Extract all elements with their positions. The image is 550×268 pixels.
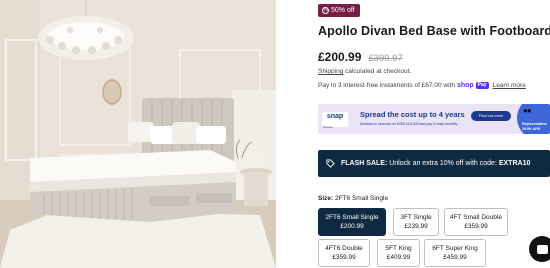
size-selected-value: 2FT6 Small Single	[334, 195, 389, 202]
shop-pay-installments: Pay in 3 interest-free instalments of £6…	[318, 82, 526, 89]
learn-more-link[interactable]: Learn more	[493, 82, 526, 89]
original-price: £399.97	[368, 53, 403, 64]
size-option-name: 4FT Small Double	[450, 214, 502, 221]
size-option-6ft-super-king[interactable]: 6FT Super King £459.99	[424, 239, 486, 267]
size-option-4ft6-double[interactable]: 4FT6 Double £359.99	[318, 239, 370, 267]
chat-button[interactable]	[529, 236, 550, 262]
snap-apr-line2: 29.9% APR	[522, 127, 541, 131]
product-image[interactable]	[0, 0, 276, 268]
shop-pay-badge: Pay	[475, 82, 489, 89]
size-option-name: 6FT Super King	[432, 245, 478, 252]
tag-icon	[326, 159, 335, 168]
flash-sale-code: EXTRA10	[498, 160, 531, 167]
size-option-name: 3FT Single	[400, 214, 432, 221]
percent-icon: %	[322, 7, 329, 14]
chat-icon	[536, 244, 548, 254]
shipping-link[interactable]: Shipping	[318, 68, 343, 75]
bedroom-photo	[0, 0, 276, 268]
size-option-name: 2FT6 Small Single	[325, 214, 379, 221]
snap-find-out-more-button[interactable]: Find out more	[471, 111, 511, 121]
size-label-title: Size:	[318, 195, 334, 202]
size-option-5ft-king[interactable]: 5FT King £409.99	[377, 239, 420, 267]
size-option-price: £359.99	[464, 223, 488, 230]
flash-sale-banner: FLASH SALE: Unlock an extra 10% off with…	[318, 150, 550, 177]
size-option-4ft-small-double[interactable]: 4FT Small Double £359.99	[444, 208, 508, 236]
flash-sale-label: FLASH SALE:	[341, 160, 388, 167]
shop-pay-logo: shop	[456, 82, 474, 89]
snap-apr-text: Representative 29.9% APR	[522, 122, 547, 132]
size-option-price: £409.99	[386, 254, 411, 261]
discount-badge-label: 50% off	[331, 7, 355, 14]
snap-finance-banner[interactable]: snap finance Spread the cost up to 4 yea…	[318, 104, 550, 134]
size-option-name: 5FT King	[385, 245, 412, 252]
price-row: £200.99 £399.97	[318, 50, 403, 64]
size-option-name: 4FT6 Double	[325, 245, 363, 252]
product-title: Apollo Divan Bed Base with Footboard	[318, 24, 550, 38]
shipping-note: Shipping calculated at checkout.	[318, 68, 411, 75]
snap-eyes-icon: ●●	[523, 106, 532, 115]
flash-sale-message: Unlock an extra 10% off with code:	[389, 160, 497, 167]
snap-logo-sub: finance	[323, 125, 333, 129]
size-option-price: £459.99	[443, 254, 467, 261]
installments-text: Pay in 3 interest-free instalments of £6…	[318, 82, 455, 89]
size-option-price: £239.99	[404, 223, 428, 230]
current-price: £200.99	[318, 50, 362, 64]
size-option-price: £200.99	[340, 223, 364, 230]
shipping-text: calculated at checkout.	[345, 68, 412, 75]
product-info: % 50% off Apollo Divan Bed Base with Foo…	[318, 0, 550, 268]
size-option-2ft6-small-single[interactable]: 2FT6 Small Single £200.99	[318, 208, 386, 236]
size-option-price: £359.99	[332, 254, 356, 261]
snap-headline: Spread the cost up to 4 years	[360, 110, 465, 119]
snap-subtext: Decision in seconds on £250-£10,000 and …	[360, 122, 458, 126]
size-label: Size: 2FT6 Small Single	[318, 195, 388, 202]
discount-badge: % 50% off	[318, 4, 360, 17]
size-option-3ft-single[interactable]: 3FT Single £239.99	[393, 208, 439, 236]
flash-sale-text: FLASH SALE: Unlock an extra 10% off with…	[341, 160, 530, 167]
